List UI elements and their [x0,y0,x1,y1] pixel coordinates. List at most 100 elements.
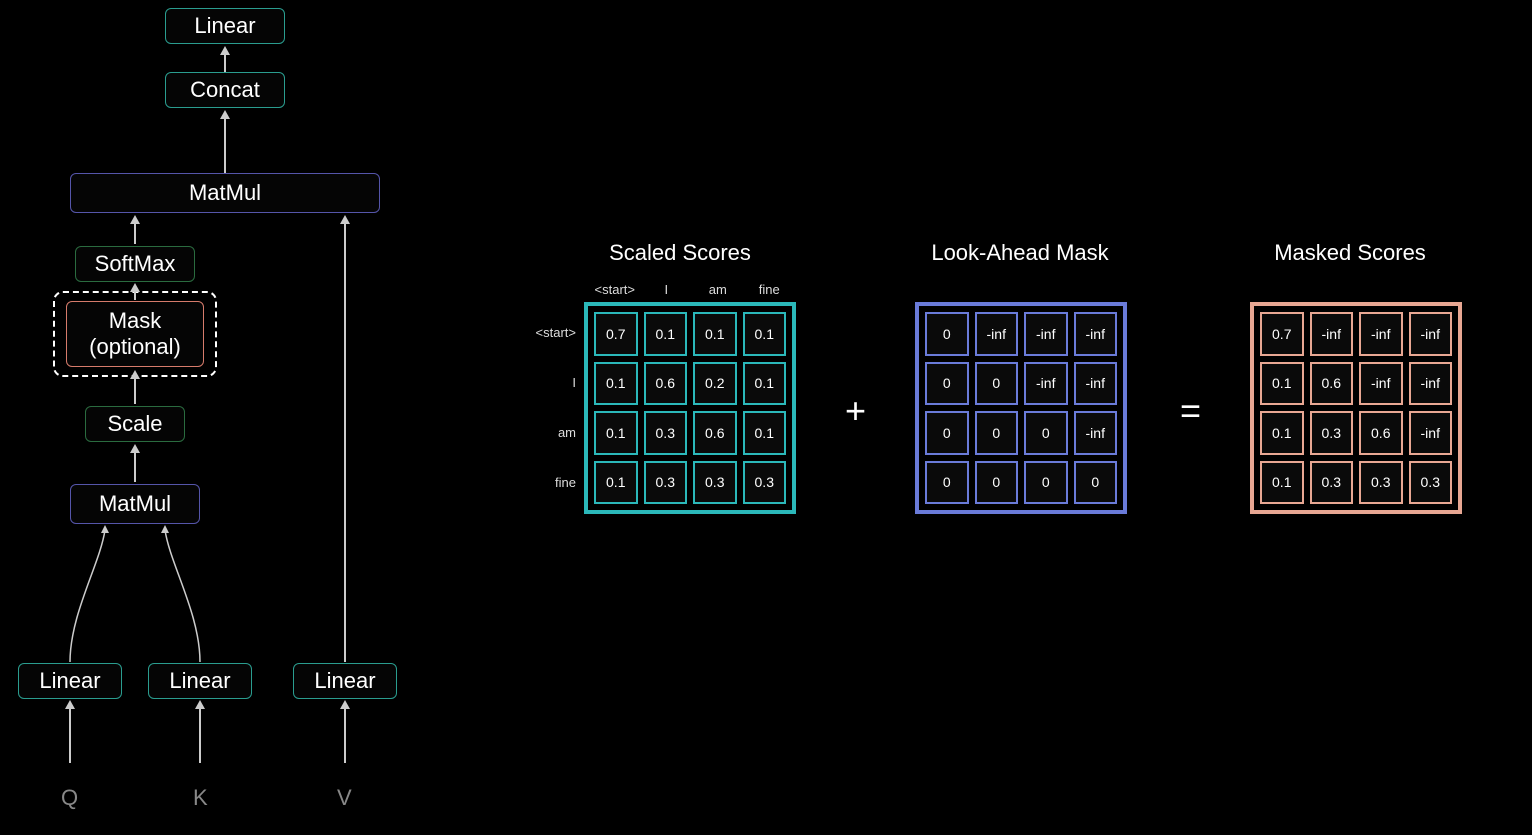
cell: 0.1 [743,411,787,455]
arrow-head-icon [130,283,140,292]
cell: 0.3 [743,461,787,505]
cell: 0 [975,411,1019,455]
plus-operator: + [845,390,866,432]
cell: 0.1 [1260,411,1304,455]
cell: 0.1 [693,312,737,356]
cell: 0 [1024,461,1068,505]
qk-connector-svg [15,524,255,664]
v-input-label: V [337,785,352,811]
scale-box: Scale [85,406,185,442]
cell: 0.1 [594,362,638,406]
concat-box: Concat [165,72,285,108]
cell: 0.6 [644,362,688,406]
scaled-scores-title: Scaled Scores [595,240,765,266]
cell: 0 [925,461,969,505]
cell: -inf [1074,362,1118,406]
row-label: <start> [518,325,576,340]
cell: 0.1 [594,411,638,455]
arrow-head-icon [220,110,230,119]
scaled-scores-matrix: 0.7 0.1 0.1 0.1 0.1 0.6 0.2 0.1 0.1 0.3 … [584,302,796,514]
cell: -inf [1074,411,1118,455]
cell: 0 [1074,461,1118,505]
linear-k-label: Linear [169,668,230,694]
cell: 0.3 [1409,461,1453,505]
cell: 0.1 [743,362,787,406]
linear-q-box: Linear [18,663,122,699]
cell: -inf [1409,362,1453,406]
linear-v-label: Linear [314,668,375,694]
arrow-line [224,54,226,72]
cell: 0.6 [693,411,737,455]
cell: 0.1 [743,312,787,356]
mask-label: Mask (optional) [89,308,181,361]
cell: 0.2 [693,362,737,406]
linear-top-label: Linear [194,13,255,39]
cell: 0.6 [1359,411,1403,455]
cell: 0.3 [1310,461,1354,505]
matmul-bottom-label: MatMul [99,491,171,517]
softmax-label: SoftMax [95,251,176,277]
cell: -inf [1310,312,1354,356]
masked-scores-matrix: 0.7 -inf -inf -inf 0.1 0.6 -inf -inf 0.1… [1250,302,1462,514]
linear-top-box: Linear [165,8,285,44]
linear-v-box: Linear [293,663,397,699]
cell: -inf [1409,411,1453,455]
cell: 0.7 [594,312,638,356]
masked-scores-title: Masked Scores [1260,240,1440,266]
cell: 0 [925,362,969,406]
arrow-head-icon [195,700,205,709]
col-label: fine [747,282,793,297]
arrow-line [344,222,346,662]
equals-operator: = [1180,390,1201,432]
arrow-head-icon [340,700,350,709]
matmul-bottom-box: MatMul [70,484,200,524]
arrow-head-icon [340,215,350,224]
cell: 0 [975,461,1019,505]
cell: -inf [975,312,1019,356]
row-label: fine [518,475,576,490]
cell: -inf [1074,312,1118,356]
col-label: <start> [592,282,638,297]
q-input-label: Q [61,785,78,811]
arrow-head-icon [130,370,140,379]
k-input-label: K [193,785,208,811]
cell: 0.6 [1310,362,1354,406]
softmax-box: SoftMax [75,246,195,282]
arrow-head-icon [220,46,230,55]
cell: 0 [925,312,969,356]
arrow-line [134,222,136,244]
lookahead-mask-title: Look-Ahead Mask [920,240,1120,266]
row-label: am [518,425,576,440]
cell: 0.1 [644,312,688,356]
matmul-top-label: MatMul [189,180,261,206]
arrow-line [199,708,201,763]
cell: 0.3 [1310,411,1354,455]
cell: 0 [1024,411,1068,455]
cell: -inf [1359,312,1403,356]
linear-k-box: Linear [148,663,252,699]
cell: 0 [925,411,969,455]
cell: -inf [1024,362,1068,406]
cell: 0.3 [693,461,737,505]
cell: 0.3 [1359,461,1403,505]
col-labels: <start> I am fine [592,282,792,297]
arrow-head-icon [65,700,75,709]
arrow-line [344,708,346,763]
cell: 0.7 [1260,312,1304,356]
linear-q-label: Linear [39,668,100,694]
arrow-head-icon [130,444,140,453]
lookahead-mask-matrix: 0 -inf -inf -inf 0 0 -inf -inf 0 0 0 -in… [915,302,1127,514]
cell: 0.3 [644,461,688,505]
cell: -inf [1409,312,1453,356]
cell: -inf [1024,312,1068,356]
mask-box: Mask (optional) [66,301,204,367]
concat-label: Concat [190,77,260,103]
scale-label: Scale [107,411,162,437]
arrow-head-icon [130,215,140,224]
matmul-top-box: MatMul [70,173,380,213]
cell: 0.1 [1260,461,1304,505]
arrow-line [134,452,136,482]
row-labels: <start> I am fine [518,310,576,505]
arrow-line [134,378,136,404]
arrow-line [69,708,71,763]
